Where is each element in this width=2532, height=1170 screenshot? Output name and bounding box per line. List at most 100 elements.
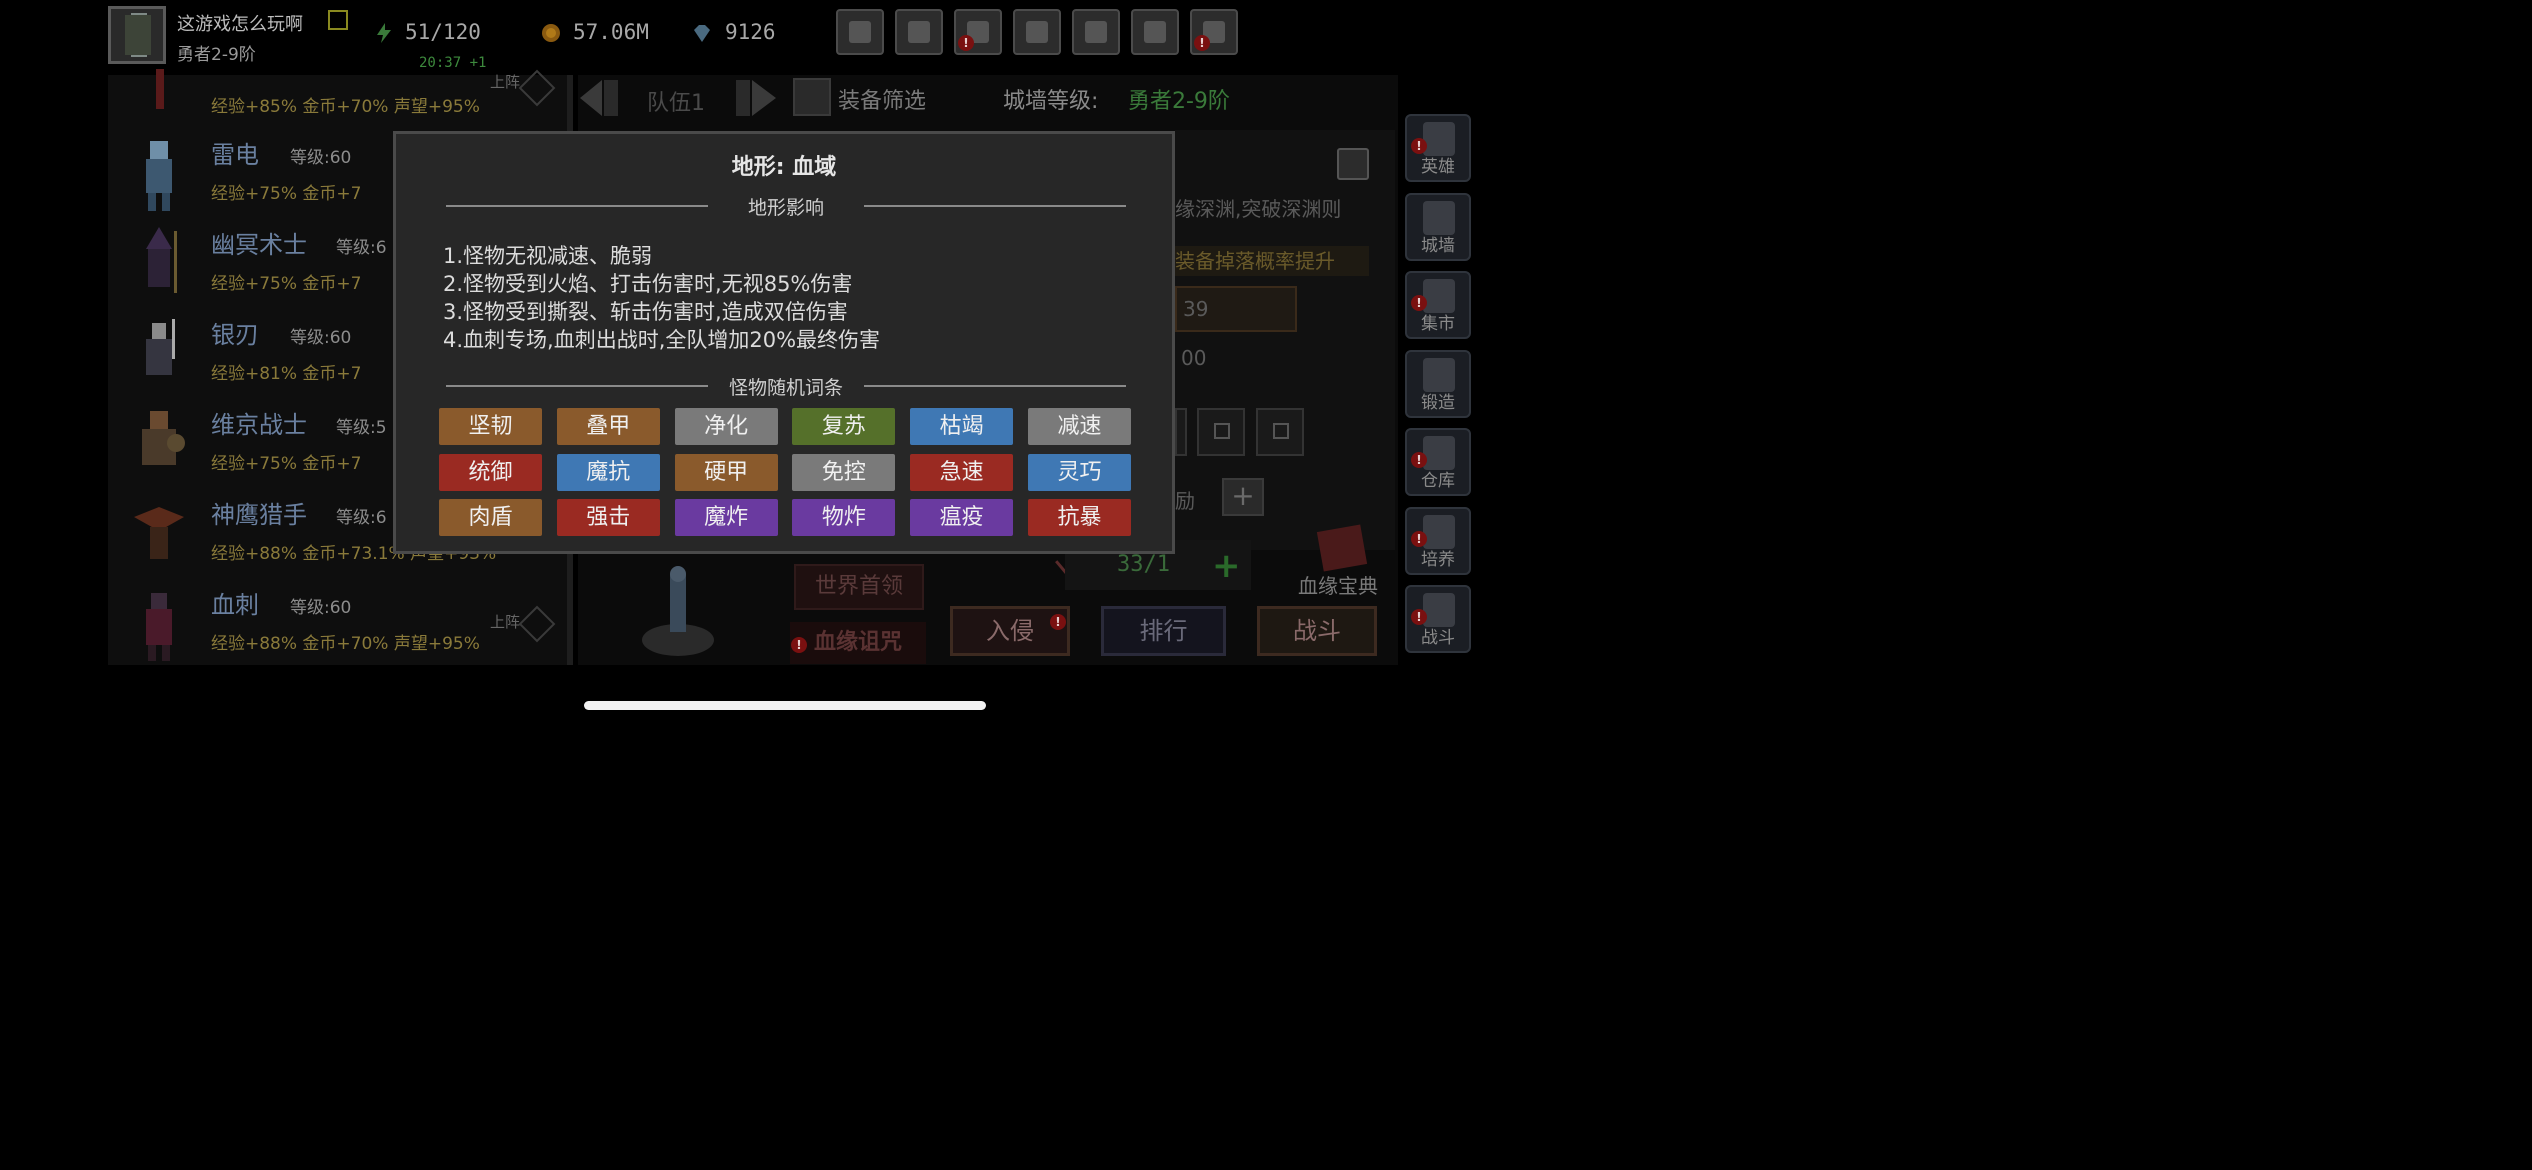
side-button-label: 仓库 bbox=[1421, 471, 1455, 491]
alert-icon: ! bbox=[1411, 452, 1427, 468]
affix-tag[interactable]: 物炸 bbox=[792, 499, 896, 536]
effect-line: 4.血刺专场,血刺出战时,全队增加20%最终伤害 bbox=[443, 328, 881, 352]
hero-row[interactable]: 血刺 等级:60 经验+88% 金币+70% 声望+95% 上阵 bbox=[108, 583, 568, 671]
edit-name-icon[interactable] bbox=[328, 10, 348, 30]
hero-name: 幽冥术士 bbox=[211, 231, 307, 259]
side-button-2[interactable]: 集市! bbox=[1405, 271, 1471, 339]
select-diamond[interactable] bbox=[518, 605, 556, 643]
battle-button[interactable]: 战斗 bbox=[1257, 606, 1377, 656]
add-count-icon[interactable]: + bbox=[1212, 546, 1241, 586]
invade-button[interactable]: 入侵 bbox=[950, 606, 1070, 656]
gamepad-button[interactable]: ! bbox=[954, 9, 1002, 55]
affix-tag[interactable]: 净化 bbox=[674, 408, 778, 445]
affix-tag[interactable]: 减速 bbox=[1028, 408, 1131, 445]
slot-edge bbox=[1175, 408, 1187, 456]
affix-tag[interactable]: 枯竭 bbox=[910, 408, 1014, 445]
hero-bonus: 经验+75% 金币+7 bbox=[211, 184, 362, 204]
lightning-icon bbox=[377, 23, 391, 43]
affix-tag[interactable]: 肉盾 bbox=[439, 499, 542, 536]
lock-slot[interactable] bbox=[1256, 408, 1304, 456]
team-label: 队伍1 bbox=[647, 91, 705, 116]
side-button-6[interactable]: 战斗! bbox=[1405, 585, 1471, 653]
hero-sprite bbox=[130, 317, 188, 393]
terrain-modal[interactable]: 地形: 血域 地形影响 1.怪物无视减速、脆弱 2.怪物受到火焰、打击伤害时,无… bbox=[393, 131, 1175, 554]
affix-tag[interactable]: 复苏 bbox=[792, 408, 896, 445]
equip-filter-button[interactable]: 装备筛选 bbox=[838, 83, 926, 115]
hero-bonus: 经验+75% 金币+7 bbox=[211, 454, 362, 474]
select-diamond[interactable] bbox=[518, 69, 556, 107]
side-button-3[interactable]: 锻造 bbox=[1405, 349, 1471, 418]
alert-icon: ! bbox=[1194, 35, 1210, 51]
affix-tag[interactable]: 硬甲 bbox=[674, 453, 778, 491]
hero-name: 血刺 bbox=[211, 591, 259, 619]
world-boss-button[interactable]: 世界首领 bbox=[794, 564, 924, 610]
alert-icon: ! bbox=[1411, 295, 1427, 311]
prev-team-arrow-icon[interactable] bbox=[578, 76, 624, 120]
alert-icon: ! bbox=[1411, 138, 1427, 154]
affix-tag[interactable]: 瘟疫 bbox=[910, 499, 1014, 536]
hero-sprite bbox=[130, 407, 188, 483]
effect-line: 3.怪物受到撕裂、斩击伤害时,造成双倍伤害 bbox=[443, 300, 848, 324]
side-button-icon bbox=[1423, 279, 1455, 313]
affix-tag[interactable]: 灵巧 bbox=[1028, 453, 1131, 491]
hero-sprite bbox=[130, 227, 188, 303]
gear-button[interactable] bbox=[1013, 9, 1061, 55]
curse-alert-icon: ! bbox=[791, 637, 807, 653]
affix-tag[interactable]: 急速 bbox=[910, 453, 1014, 491]
mail-button[interactable] bbox=[895, 9, 943, 55]
reward-text: 励 bbox=[1175, 489, 1195, 513]
side-button-icon bbox=[1423, 514, 1455, 549]
invade-alert-icon: ! bbox=[1050, 614, 1066, 630]
player-avatar[interactable] bbox=[108, 6, 166, 64]
info-icon[interactable] bbox=[1337, 148, 1369, 180]
gem-icon bbox=[694, 25, 710, 42]
book-icon bbox=[1316, 524, 1368, 572]
lock-slot[interactable] bbox=[1197, 408, 1245, 456]
gift-icon bbox=[1085, 21, 1107, 43]
next-team-arrow-icon[interactable] bbox=[732, 76, 778, 120]
bloodline-curse-button[interactable]: 血缘诅咒 bbox=[790, 622, 926, 664]
cart-icon bbox=[849, 21, 871, 43]
affix-tag[interactable]: 坚韧 bbox=[439, 408, 542, 445]
side-button-icon bbox=[1423, 593, 1455, 627]
hero-bonus: 经验+81% 金币+7 bbox=[211, 364, 362, 384]
side-button-label: 锻造 bbox=[1421, 392, 1455, 413]
firework-button[interactable]: ! bbox=[1190, 9, 1238, 55]
on-team-label: 上阵 bbox=[489, 73, 520, 91]
menu-icon[interactable] bbox=[793, 78, 831, 116]
gift-button[interactable] bbox=[1072, 9, 1120, 55]
bloodline-book-label[interactable]: 血缘宝典 bbox=[1298, 570, 1378, 599]
wall-level-label: 城墙等级: bbox=[1003, 89, 1099, 114]
side-button-label: 集市 bbox=[1421, 314, 1455, 334]
affix-tag[interactable]: 抗暴 bbox=[1028, 499, 1131, 536]
rank-button[interactable]: 排行 bbox=[1101, 606, 1226, 656]
hero-name: 神鹰猎手 bbox=[211, 501, 307, 529]
side-button-5[interactable]: 培养! bbox=[1405, 506, 1471, 575]
side-button-4[interactable]: 仓库! bbox=[1405, 428, 1471, 496]
hero-level: 等级:6 bbox=[336, 508, 387, 528]
cart-button[interactable] bbox=[836, 9, 884, 55]
side-button-icon bbox=[1423, 436, 1455, 470]
affix-tag[interactable]: 叠甲 bbox=[556, 408, 660, 445]
add-icon[interactable]: + bbox=[1222, 478, 1264, 516]
stat-value-2: 00 bbox=[1181, 346, 1207, 370]
affix-tag[interactable]: 魔抗 bbox=[556, 453, 660, 491]
home-indicator[interactable] bbox=[584, 701, 986, 710]
player-rank: 勇者2-9阶 bbox=[177, 45, 256, 65]
hero-level: 等级:60 bbox=[290, 148, 352, 168]
side-button-1[interactable]: 城墙 bbox=[1405, 192, 1471, 261]
affix-tag[interactable]: 强击 bbox=[556, 499, 660, 536]
on-team-label: 上阵 bbox=[489, 613, 520, 631]
count-value: 33/1 bbox=[1117, 552, 1170, 577]
hero-level: 等级:60 bbox=[290, 598, 352, 618]
side-button-0[interactable]: 英雄! bbox=[1405, 114, 1471, 182]
hero-level: 等级:60 bbox=[290, 328, 352, 348]
affix-tag[interactable]: 魔炸 bbox=[674, 499, 778, 536]
side-button-icon bbox=[1423, 122, 1455, 156]
affix-tag[interactable]: 统御 bbox=[439, 453, 542, 491]
affix-tag[interactable]: 免控 bbox=[792, 453, 896, 491]
lock-icon bbox=[1273, 423, 1289, 439]
aperture-button[interactable] bbox=[1131, 9, 1179, 55]
alert-icon: ! bbox=[1411, 530, 1427, 547]
hero-name: 维京战士 bbox=[211, 411, 307, 439]
